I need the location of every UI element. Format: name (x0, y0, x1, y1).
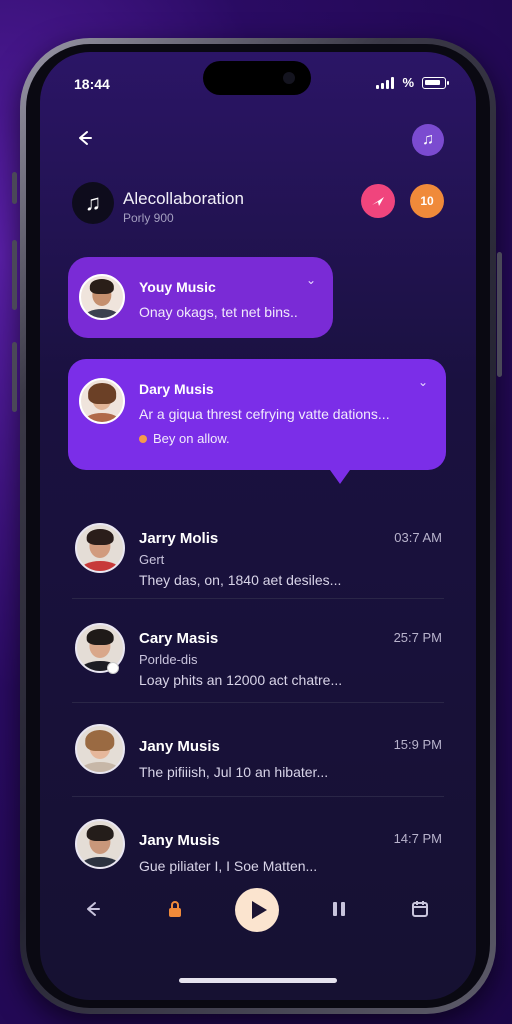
chat-name: Jany Musis (139, 832, 220, 849)
side-button-power (497, 252, 502, 377)
music-note-icon: ♫ (84, 190, 102, 215)
music-note-icon: ♫ (422, 131, 434, 148)
list-item[interactable]: Cary Masis Porlde-dis Loay phits an 1200… (40, 617, 476, 697)
chat-preview: They das, on, 1840 aet desiles... (139, 572, 342, 588)
pause-button[interactable] (329, 899, 349, 925)
list-item[interactable]: Jany Musis The pifiiish, Jul 10 an hibat… (40, 720, 476, 800)
page-subtitle: Porly 900 (123, 211, 174, 225)
count-label: 10 (420, 194, 434, 208)
chat-preview: Gue piliater I, I Soe Matten... (139, 858, 318, 874)
lock-icon (169, 901, 181, 917)
side-button-volume-down (12, 342, 17, 412)
chevron-down-icon[interactable]: ⌄ (418, 375, 428, 389)
camera-icon (283, 72, 295, 84)
bottom-player-bar (40, 882, 476, 942)
chat-preview: The pifiiish, Jul 10 an hibater... (139, 764, 329, 780)
music-button[interactable]: ♫ (412, 124, 444, 156)
highlight-name: Dary Musis (139, 381, 214, 397)
chat-time: 03:7 AM (394, 530, 442, 545)
status-badge (107, 662, 119, 674)
back-nav-button[interactable] (82, 899, 102, 925)
status-icons: % (376, 75, 449, 90)
avatar (75, 819, 125, 869)
chat-time: 25:7 PM (393, 630, 442, 645)
list-item[interactable]: Jarry Molis Gert They das, on, 1840 aet … (40, 517, 476, 597)
side-button-action (12, 172, 17, 204)
signal-icon (376, 76, 395, 89)
chat-preview: Loay phits an 12000 act chatre... (139, 672, 343, 688)
home-indicator[interactable] (179, 978, 337, 983)
back-button[interactable] (74, 128, 98, 152)
highlight-text: Ar a giqua threst cefrying vatte dations… (139, 406, 390, 422)
chat-time: 14:7 PM (393, 831, 442, 846)
side-button-volume-up (12, 240, 17, 310)
play-icon (251, 901, 267, 919)
chat-name: Cary Masis (139, 630, 219, 647)
phone-screen: 18:44 % ♫ ♫ Alecollaboration Porly 900 1… (40, 52, 476, 1000)
chat-sub: Porlde-dis (139, 652, 198, 667)
calendar-button[interactable] (410, 899, 430, 925)
status-dot (139, 435, 147, 443)
battery-icon (422, 76, 449, 89)
page-title: Alecollaboration (123, 189, 244, 208)
group-avatar[interactable]: ♫ (72, 182, 114, 224)
avatar (79, 378, 125, 424)
chevron-down-icon[interactable]: ⌄ (306, 273, 316, 287)
avatar (75, 724, 125, 774)
dynamic-island (203, 61, 311, 95)
pause-icon (333, 902, 345, 916)
send-icon (372, 197, 384, 206)
network-label: % (402, 75, 414, 90)
chat-time: 15:9 PM (393, 737, 442, 752)
chat-sub: Gert (139, 552, 165, 567)
arrow-left-icon (87, 902, 100, 916)
send-button[interactable] (361, 184, 395, 218)
highlight-text: Onay okags, tet net bins.. (139, 304, 298, 320)
chat-name: Jarry Molis (139, 530, 219, 547)
highlight-name: Youy Music (139, 279, 216, 295)
list-item[interactable]: Jany Musis Gue piliater I, I Soe Matten.… (40, 817, 476, 887)
play-button[interactable] (235, 888, 279, 932)
arrow-left-icon (79, 131, 92, 145)
highlight-card[interactable]: Dary Musis Ar a giqua threst cefrying va… (68, 359, 446, 484)
highlight-extra: Bey on allow. (139, 431, 230, 446)
divider (72, 598, 444, 599)
avatar (79, 274, 125, 320)
divider (72, 796, 444, 797)
divider (72, 702, 444, 703)
highlight-card[interactable]: Youy Music Onay okags, tet net bins.. ⌄ (68, 257, 333, 338)
calendar-icon (412, 901, 428, 917)
avatar (75, 523, 125, 573)
chat-name: Jany Musis (139, 738, 220, 755)
status-time: 18:44 (74, 76, 110, 92)
bubble-tail (330, 470, 350, 484)
lock-button[interactable] (165, 899, 185, 925)
count-button[interactable]: 10 (410, 184, 444, 218)
